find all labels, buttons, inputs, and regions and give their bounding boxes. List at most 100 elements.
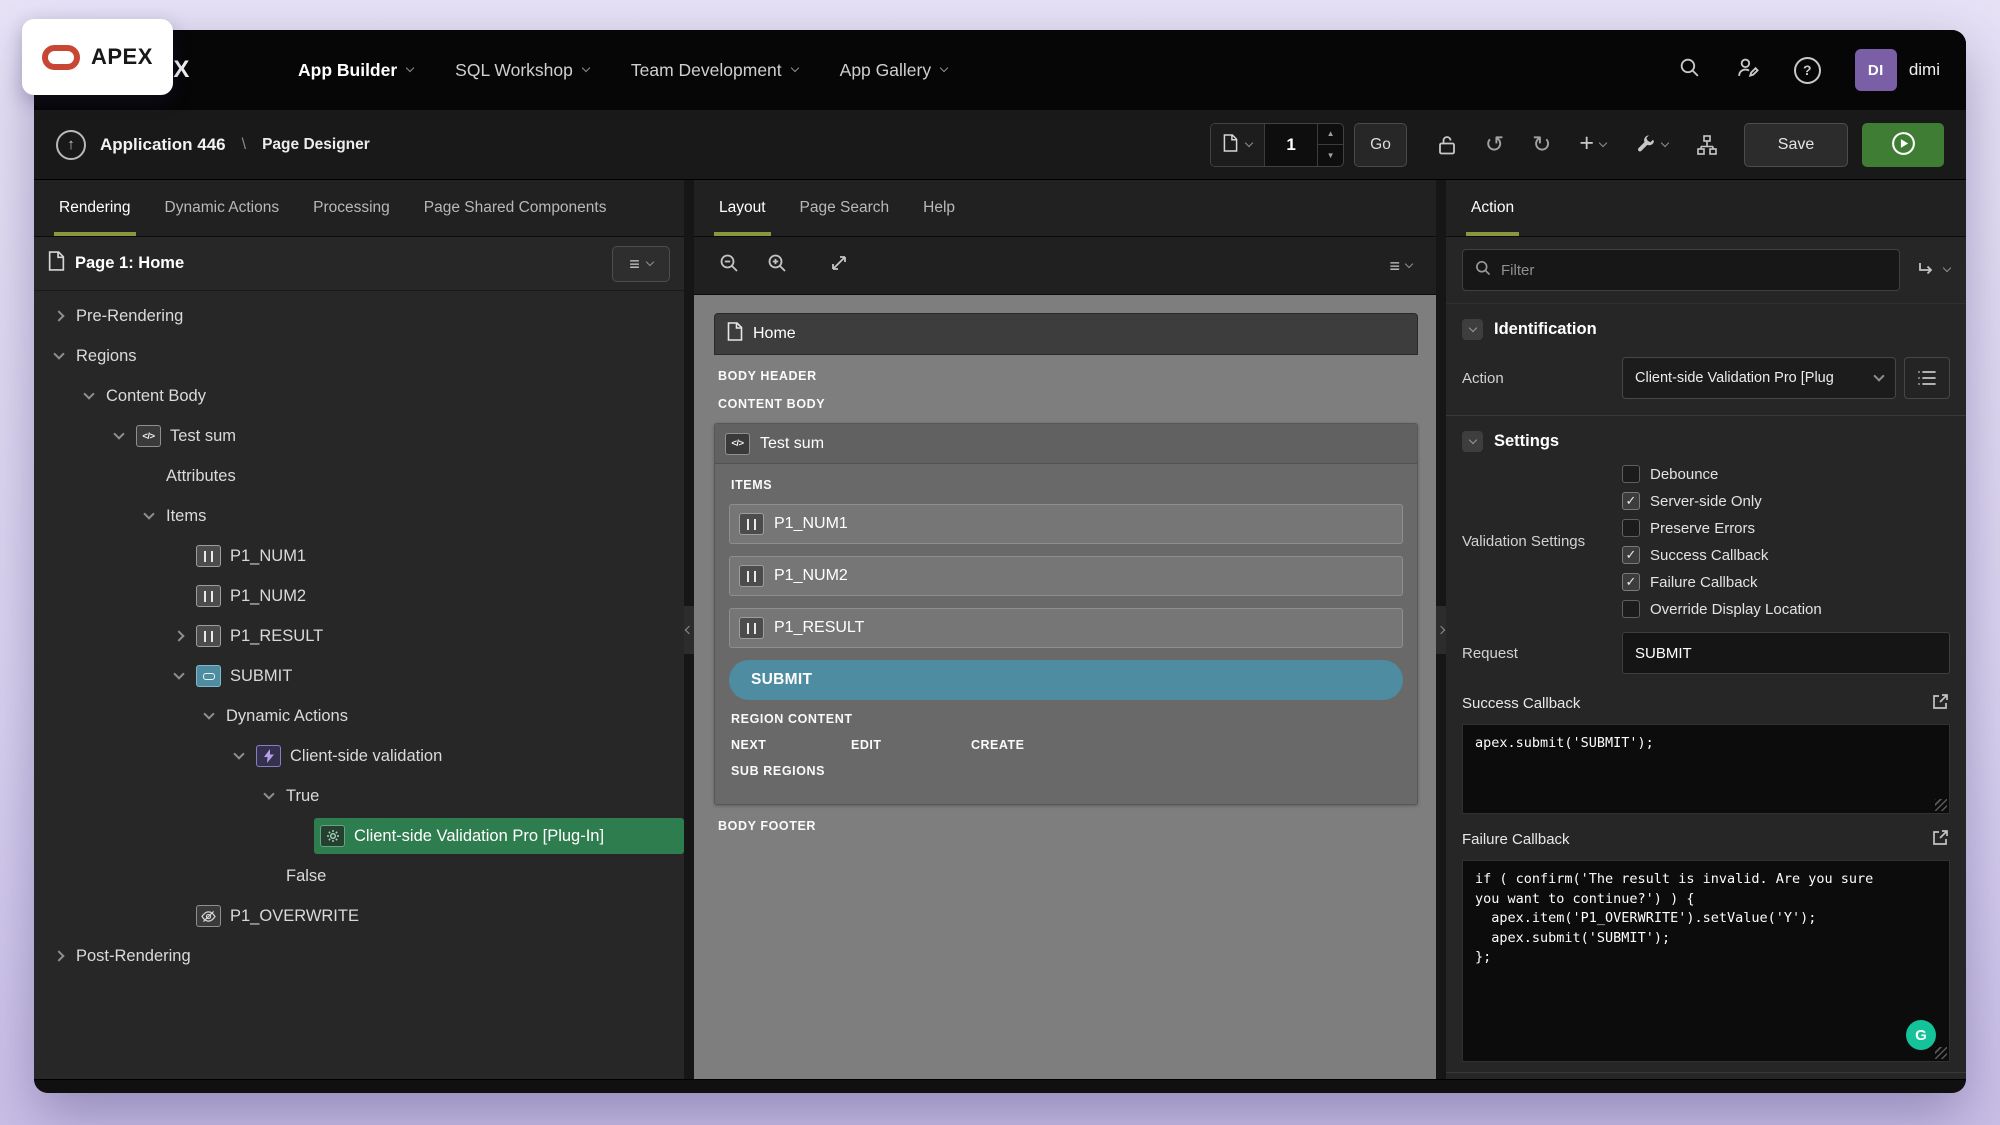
go-to-group-button[interactable]: [1916, 259, 1950, 281]
spinner-up-icon[interactable]: ▲: [1318, 124, 1343, 145]
checkbox-icon[interactable]: [1622, 573, 1640, 591]
nav-sql-workshop[interactable]: SQL Workshop: [435, 50, 609, 91]
chevron-down-icon[interactable]: [228, 745, 250, 767]
collapse-icon[interactable]: [1462, 319, 1483, 340]
canvas-menu-button[interactable]: ≡: [1389, 257, 1412, 275]
chevron-down-icon[interactable]: [258, 785, 280, 807]
checkbox-icon[interactable]: [1622, 546, 1640, 564]
failure-callback-code[interactable]: if ( confirm('The result is invalid. Are…: [1462, 860, 1950, 1062]
grammarly-icon[interactable]: G: [1906, 1020, 1936, 1050]
canvas-item-p1-num2[interactable]: P1_NUM2: [729, 556, 1403, 596]
run-button[interactable]: [1862, 123, 1944, 167]
nav-app-gallery[interactable]: App Gallery: [820, 50, 967, 91]
tree-node-attributes[interactable]: Attributes: [34, 456, 684, 496]
tree-node-post-rendering[interactable]: Post-Rendering: [34, 936, 684, 976]
search-icon[interactable]: [1678, 56, 1701, 84]
tab-page-search[interactable]: Page Search: [783, 180, 907, 236]
tree-node-client-side-validation-pro[interactable]: Client-side Validation Pro [Plug-In]: [34, 816, 684, 856]
checkbox-success-callback[interactable]: Success Callback: [1622, 546, 1950, 564]
page-number-spinner[interactable]: ▲ ▼: [1317, 124, 1343, 166]
canvas-region-header[interactable]: </> Test sum: [715, 424, 1417, 464]
chevron-right-icon[interactable]: [48, 945, 70, 967]
tab-processing[interactable]: Processing: [296, 180, 407, 236]
section-affected-elements[interactable]: Affected Elements: [1446, 1072, 1966, 1079]
position-create[interactable]: CREATE: [971, 738, 1091, 752]
tree-node-false[interactable]: False: [34, 856, 684, 896]
checkbox-server-side-only[interactable]: Server-side Only: [1622, 492, 1950, 510]
tree-node-submit[interactable]: SUBMIT: [34, 656, 684, 696]
section-settings[interactable]: Settings: [1446, 415, 1966, 465]
action-list-button[interactable]: [1904, 357, 1950, 399]
filter-box[interactable]: [1462, 249, 1900, 291]
tab-layout[interactable]: Layout: [702, 180, 783, 236]
tree-node-client-side-validation[interactable]: Client-side validation: [34, 736, 684, 776]
utilities-menu-button[interactable]: [1634, 134, 1668, 156]
open-editor-icon[interactable]: [1931, 828, 1950, 851]
nav-team-development[interactable]: Team Development: [611, 50, 818, 91]
spinner-down-icon[interactable]: ▼: [1318, 144, 1343, 166]
chevron-down-icon[interactable]: [78, 385, 100, 407]
redo-icon[interactable]: ↻: [1532, 133, 1551, 156]
canvas-region-test-sum[interactable]: </> Test sum ITEMS P1_NUM1 P1_NUM2: [714, 423, 1418, 805]
checkbox-icon[interactable]: [1622, 600, 1640, 618]
chevron-down-icon[interactable]: [108, 425, 130, 447]
filter-input[interactable]: [1501, 262, 1888, 279]
chevron-down-icon[interactable]: [48, 345, 70, 367]
request-input[interactable]: [1622, 632, 1950, 674]
action-select[interactable]: Client-side Validation Pro [Plug: [1622, 357, 1896, 399]
checkbox-preserve-errors[interactable]: Preserve Errors: [1622, 519, 1950, 537]
collapse-icon[interactable]: [1462, 431, 1483, 452]
tab-help[interactable]: Help: [906, 180, 972, 236]
tab-dynamic-actions[interactable]: Dynamic Actions: [148, 180, 297, 236]
canvas-item-p1-result[interactable]: P1_RESULT: [729, 608, 1403, 648]
chevron-down-icon[interactable]: [198, 705, 220, 727]
tree-node-items[interactable]: Items: [34, 496, 684, 536]
section-identification[interactable]: Identification: [1446, 303, 1966, 353]
chevron-down-icon[interactable]: [168, 665, 190, 687]
resize-grip[interactable]: [1935, 1047, 1947, 1059]
user-edit-icon[interactable]: [1735, 55, 1760, 85]
position-next[interactable]: NEXT: [731, 738, 851, 752]
apex-logo-badge[interactable]: APEX: [22, 19, 173, 95]
tree-node-dynamic-actions[interactable]: Dynamic Actions: [34, 696, 684, 736]
checkbox-override-display-location[interactable]: Override Display Location: [1622, 600, 1950, 618]
position-edit[interactable]: EDIT: [851, 738, 971, 752]
save-button[interactable]: Save: [1744, 123, 1848, 167]
shared-components-icon[interactable]: [1696, 134, 1718, 156]
tree-node-p1-result[interactable]: P1_RESULT: [34, 616, 684, 656]
panel-splitter-right[interactable]: [1436, 180, 1446, 1079]
breadcrumb-application[interactable]: Application 446: [100, 135, 226, 155]
checkbox-icon[interactable]: [1622, 492, 1640, 510]
checkbox-icon[interactable]: [1622, 519, 1640, 537]
canvas-page-header[interactable]: Home: [714, 313, 1418, 355]
success-callback-code[interactable]: apex.submit('SUBMIT');: [1462, 724, 1950, 814]
go-button[interactable]: Go: [1354, 123, 1407, 167]
chevron-right-icon[interactable]: [48, 305, 70, 327]
tree-node-regions[interactable]: Regions: [34, 336, 684, 376]
splitter-collapse-handle[interactable]: [1436, 606, 1446, 654]
tab-page-shared-components[interactable]: Page Shared Components: [407, 180, 624, 236]
expand-icon[interactable]: [828, 252, 850, 279]
tree-node-pre-rendering[interactable]: Pre-Rendering: [34, 296, 684, 336]
page-number-input[interactable]: [1265, 124, 1317, 166]
zoom-in-icon[interactable]: [766, 252, 788, 279]
tree-menu-button[interactable]: ≡: [612, 246, 670, 282]
tab-action[interactable]: Action: [1454, 180, 1531, 236]
layout-canvas[interactable]: Home BODY HEADER CONTENT BODY </> Test s…: [694, 295, 1436, 1079]
create-menu-button[interactable]: +: [1579, 133, 1606, 156]
application-home-icon[interactable]: ↑: [56, 130, 86, 160]
canvas-item-p1-num1[interactable]: P1_NUM1: [729, 504, 1403, 544]
chevron-right-icon[interactable]: [168, 625, 190, 647]
lock-icon[interactable]: [1437, 134, 1457, 156]
page-picker-button[interactable]: [1211, 124, 1265, 166]
resize-grip[interactable]: [1935, 799, 1947, 811]
tree-node-true[interactable]: True: [34, 776, 684, 816]
checkbox-icon[interactable]: [1622, 465, 1640, 483]
checkbox-failure-callback[interactable]: Failure Callback: [1622, 573, 1950, 591]
user-menu[interactable]: DI dimi: [1855, 49, 1940, 91]
zoom-out-icon[interactable]: [718, 252, 740, 279]
tree-node-content-body[interactable]: Content Body: [34, 376, 684, 416]
splitter-collapse-handle[interactable]: [684, 606, 694, 654]
nav-app-builder[interactable]: App Builder: [278, 50, 433, 91]
tree-node-test-sum[interactable]: </> Test sum: [34, 416, 684, 456]
